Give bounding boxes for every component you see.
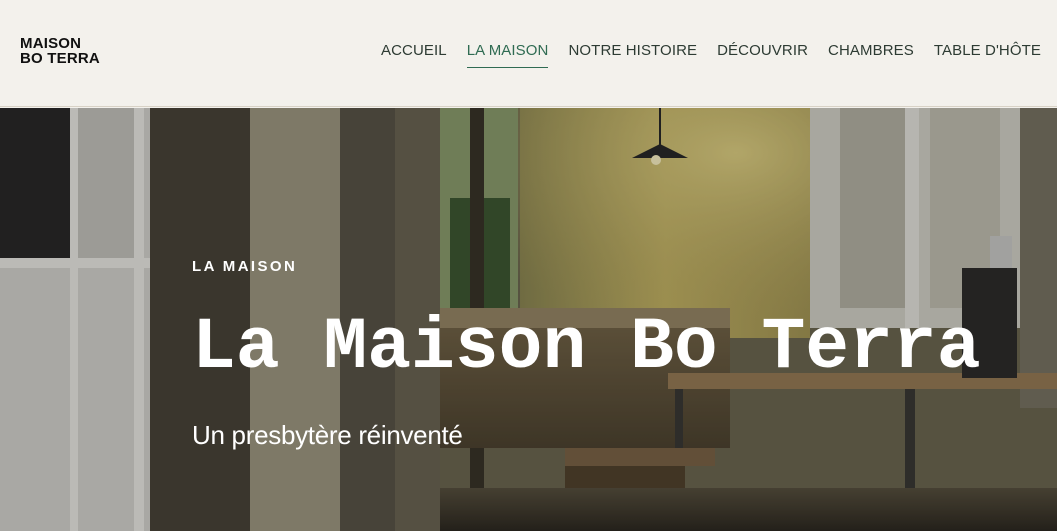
- hero-title: La Maison Bo Terra: [192, 306, 981, 389]
- nav-item-notre-histoire[interactable]: NOTRE HISTOIRE: [568, 42, 697, 68]
- hero-subtitle: Un presbytère réinventé: [192, 420, 463, 450]
- nav-item-table-d-hote[interactable]: TABLE D'HÔTE: [934, 42, 1041, 68]
- hero-eyebrow: LA MAISON: [192, 258, 298, 275]
- site-header: MAISON BO TERRA ACCUEIL LA MAISON NOTRE …: [0, 0, 1057, 107]
- main-nav: ACCUEIL LA MAISON NOTRE HISTOIRE DÉCOUVR…: [381, 42, 1041, 68]
- nav-item-accueil[interactable]: ACCUEIL: [381, 42, 447, 68]
- logo-line-1: MAISON: [20, 35, 82, 52]
- hero-section: LA MAISON La Maison Bo Terra Un presbytè…: [0, 108, 1057, 531]
- nav-item-chambres[interactable]: CHAMBRES: [828, 42, 914, 68]
- site-logo[interactable]: MAISON BO TERRA: [20, 36, 100, 66]
- nav-item-decouvrir[interactable]: DÉCOUVRIR: [717, 42, 808, 68]
- nav-item-la-maison[interactable]: LA MAISON: [466, 42, 549, 68]
- logo-line-2: BO TERRA: [20, 50, 100, 67]
